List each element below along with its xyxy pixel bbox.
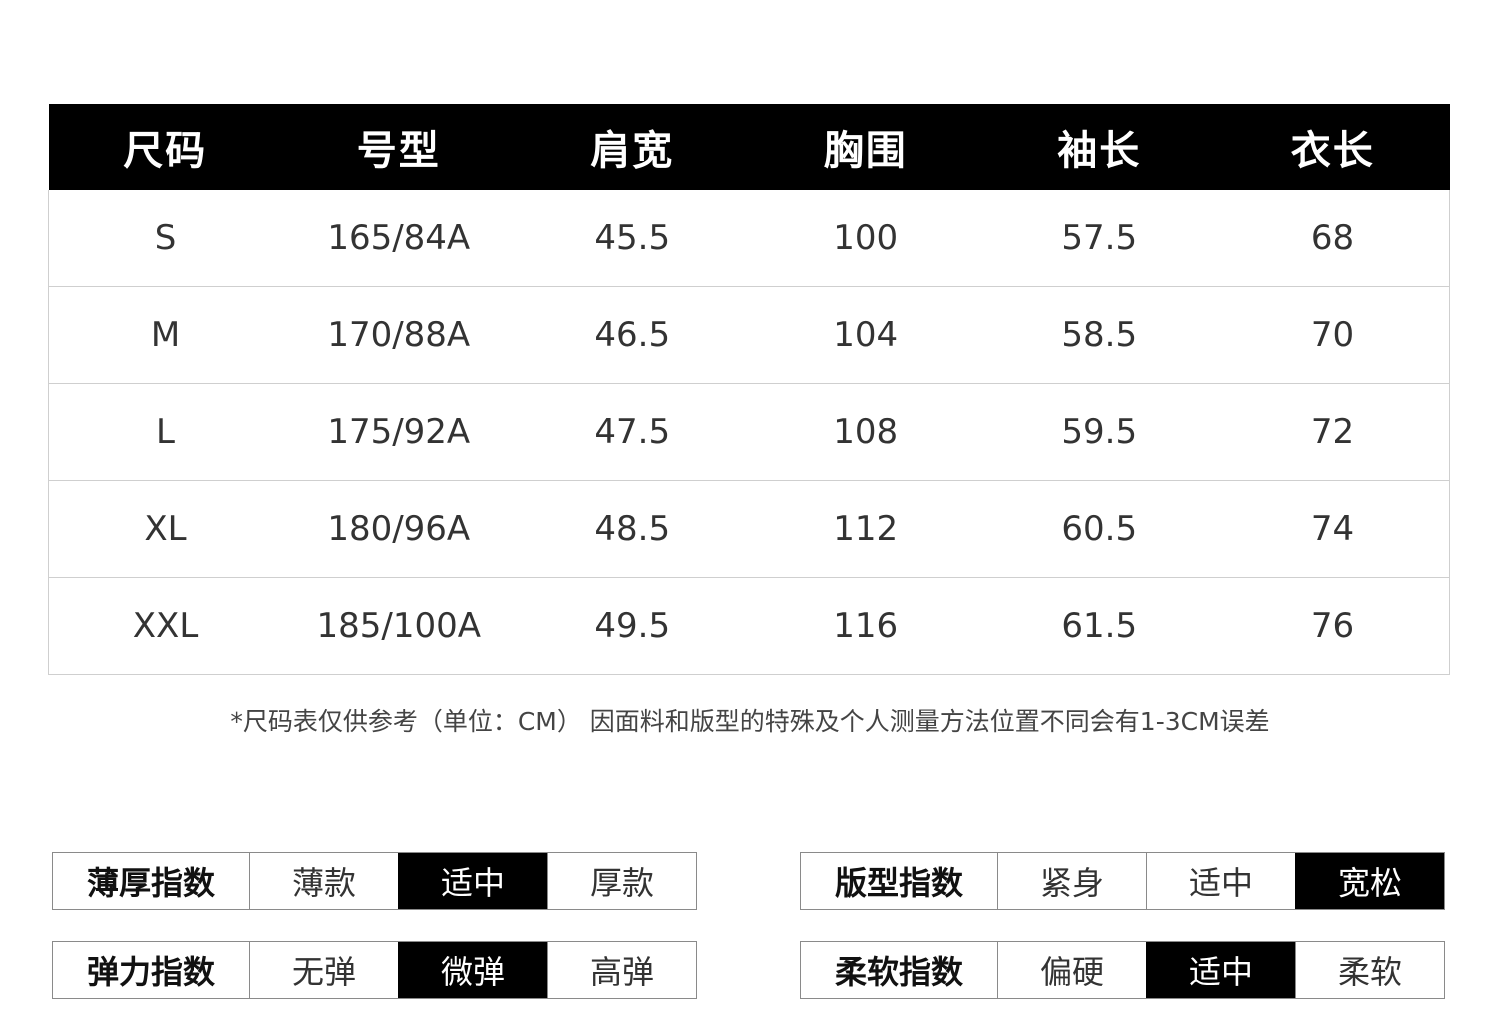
table-cell: 170/88A	[282, 286, 516, 384]
elasticity-option-high: 高弹	[547, 942, 696, 998]
table-row: M 170/88A 46.5 104 58.5 70	[48, 286, 1450, 384]
table-cell: 49.5	[515, 577, 749, 675]
size-note: *尺码表仅供参考（单位：CM） 因面料和版型的特殊及个人测量方法位置不同会有1-…	[230, 707, 1270, 736]
softness-option-stiff: 偏硬	[997, 942, 1146, 998]
header-sleeve: 袖长	[982, 104, 1216, 190]
table-cell: 112	[749, 480, 983, 578]
table-cell: 47.5	[515, 383, 749, 481]
softness-option-medium: 适中	[1146, 942, 1295, 998]
table-cell: XXL	[48, 577, 282, 675]
fit-option-loose: 宽松	[1295, 853, 1444, 909]
table-cell: 70	[1216, 286, 1450, 384]
table-cell: 108	[749, 383, 983, 481]
header-size: 尺码	[48, 104, 282, 190]
header-chest: 胸围	[749, 104, 983, 190]
table-row: S 165/84A 45.5 100 57.5 68	[48, 190, 1450, 287]
thickness-index-label: 薄厚指数	[86, 864, 215, 902]
table-cell: 61.5	[982, 577, 1216, 675]
elasticity-index: 弹力指数 无弹 微弹 高弹	[52, 941, 697, 999]
table-cell: 104	[749, 286, 983, 384]
table-cell: 76	[1216, 577, 1450, 675]
table-cell: 48.5	[515, 480, 749, 578]
table-cell: 180/96A	[282, 480, 516, 578]
thickness-option-thick: 厚款	[547, 853, 696, 909]
elasticity-option-slight: 微弹	[398, 942, 547, 998]
softness-index-label: 柔软指数	[834, 953, 963, 991]
table-cell: 57.5	[1061, 218, 1138, 258]
thickness-option-thin: 薄款	[249, 853, 398, 909]
header-body-type: 号型	[282, 104, 516, 190]
table-cell: 72	[1216, 383, 1450, 481]
table-cell: 68	[1216, 190, 1450, 287]
table-cell: 60.5	[982, 480, 1216, 578]
table-cell: M	[48, 286, 282, 384]
table-header-row: 尺码 号型 肩宽 胸围 袖长 衣长	[48, 104, 1450, 190]
table-cell: 165/84A	[327, 218, 471, 258]
softness-index: 柔软指数 偏硬 适中 柔软	[800, 941, 1445, 999]
fit-option-slim: 紧身	[997, 853, 1146, 909]
header-shoulder: 肩宽	[515, 104, 749, 190]
thickness-index: 薄厚指数 薄款 适中 厚款	[52, 852, 697, 910]
table-row: XL 180/96A 48.5 112 60.5 74	[48, 480, 1450, 578]
table-cell: 74	[1216, 480, 1450, 578]
table-cell: S	[48, 190, 282, 287]
softness-option-soft: 柔软	[1295, 942, 1444, 998]
table-row: XXL 185/100A 49.5 116 61.5 76	[48, 577, 1450, 675]
thickness-option-medium: 适中	[398, 853, 547, 909]
table-cell: 58.5	[982, 286, 1216, 384]
table-cell: L	[48, 383, 282, 481]
table-cell: 185/100A	[282, 577, 516, 675]
size-chart-table: 尺码 号型 肩宽 胸围 袖长 衣长 S 165/84A 45.5 100 57.…	[48, 104, 1450, 675]
table-cell: 45.5	[594, 218, 671, 258]
table-cell: 46.5	[515, 286, 749, 384]
table-row: L 175/92A 47.5 108 59.5 72	[48, 383, 1450, 481]
elasticity-index-label: 弹力指数	[86, 953, 215, 991]
table-cell: 100	[833, 218, 899, 258]
table-cell: 175/92A	[282, 383, 516, 481]
table-cell: 116	[749, 577, 983, 675]
fit-option-regular: 适中	[1146, 853, 1295, 909]
fit-index: 版型指数 紧身 适中 宽松	[800, 852, 1445, 910]
table-cell: 59.5	[982, 383, 1216, 481]
fit-index-label: 版型指数	[834, 864, 963, 902]
header-length: 衣长	[1216, 104, 1450, 190]
table-cell: XL	[48, 480, 282, 578]
elasticity-option-none: 无弹	[249, 942, 398, 998]
